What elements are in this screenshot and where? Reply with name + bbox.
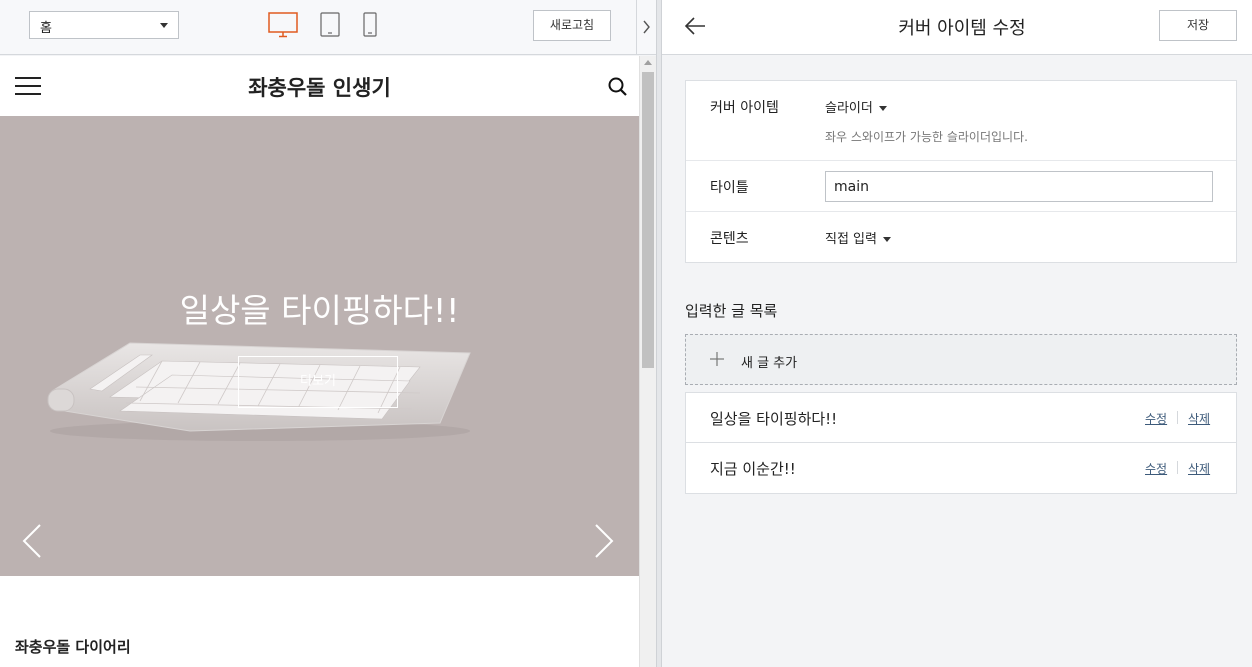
cover-item-label: 커버 아이템 bbox=[710, 100, 779, 116]
chevron-left-icon[interactable] bbox=[20, 521, 44, 561]
posts-heading: 입력한 글 목록 bbox=[685, 302, 778, 320]
delete-link[interactable]: 삭제 bbox=[1188, 460, 1210, 477]
cover-settings: 커버 아이템 슬라이더 좌우 스와이프가 가능한 슬라이더입니다. 타이틀 콘텐… bbox=[685, 80, 1237, 263]
list-item: 일상을 타이핑하다!! 수정 삭제 bbox=[686, 393, 1236, 443]
title-label: 타이틀 bbox=[710, 180, 749, 196]
preview-toolbar: 홈 새로고침 bbox=[0, 0, 656, 55]
post-title: 일상을 타이핑하다!! bbox=[710, 410, 838, 428]
divider bbox=[1177, 461, 1178, 474]
collapse-panel-button[interactable] bbox=[636, 0, 656, 55]
scroll-up-icon[interactable] bbox=[644, 60, 652, 65]
section-title: 좌충우돌 다이어리 bbox=[15, 638, 131, 656]
delete-link[interactable]: 삭제 bbox=[1188, 410, 1210, 427]
content-row: 콘텐츠 직접 입력 bbox=[686, 212, 1236, 263]
cover-item-dropdown[interactable]: 슬라이더 bbox=[825, 97, 887, 116]
divider bbox=[1177, 411, 1178, 424]
hero-title: 일상을 타이핑하다!! bbox=[179, 291, 460, 330]
cover-item-value: 슬라이더 bbox=[825, 101, 873, 116]
caret-down-icon bbox=[160, 23, 168, 28]
blog-header: 좌충우돌 인생기 bbox=[0, 56, 639, 116]
page-select[interactable]: 홈 bbox=[29, 11, 179, 39]
blog-preview: 좌충우돌 인생기 일상을 타이핑하다!! 더보기 좌충우돌 다이어리 bbox=[0, 56, 639, 667]
scroll-thumb[interactable] bbox=[642, 72, 654, 368]
preview-scrollbar[interactable] bbox=[639, 56, 656, 667]
post-title: 지금 이순간!! bbox=[710, 460, 796, 478]
edit-link[interactable]: 수정 bbox=[1145, 460, 1167, 477]
edit-link[interactable]: 수정 bbox=[1145, 410, 1167, 427]
caret-down-icon bbox=[878, 106, 887, 111]
chevron-right-icon[interactable] bbox=[592, 521, 616, 561]
list-item: 지금 이순간!! 수정 삭제 bbox=[686, 443, 1236, 493]
chevron-right-icon bbox=[643, 20, 650, 34]
editor-header: 커버 아이템 수정 저장 bbox=[662, 0, 1252, 55]
refresh-button[interactable]: 새로고침 bbox=[533, 10, 611, 41]
cover-item-row: 커버 아이템 슬라이더 좌우 스와이프가 가능한 슬라이더입니다. bbox=[686, 81, 1236, 161]
page-select-value: 홈 bbox=[40, 21, 52, 36]
cover-item-description: 좌우 스와이프가 가능한 슬라이더입니다. bbox=[825, 130, 1028, 144]
title-input[interactable] bbox=[825, 171, 1213, 202]
tablet-icon[interactable] bbox=[320, 12, 340, 38]
add-post-button[interactable]: 새 글 추가 bbox=[685, 334, 1237, 385]
search-icon[interactable] bbox=[608, 77, 628, 97]
post-list: 일상을 타이핑하다!! 수정 삭제 지금 이순간!! 수정 삭제 bbox=[685, 392, 1237, 494]
content-value: 직접 입력 bbox=[825, 232, 877, 247]
content-label: 콘텐츠 bbox=[710, 231, 749, 247]
save-button[interactable]: 저장 bbox=[1159, 10, 1237, 41]
plus-icon bbox=[710, 352, 724, 366]
content-dropdown[interactable]: 직접 입력 bbox=[825, 228, 891, 247]
title-row: 타이틀 bbox=[686, 161, 1236, 212]
mobile-icon[interactable] bbox=[363, 12, 377, 38]
preview-pane: 홈 새로고침 좌충우돌 인생기 일상을 타이핑하다!! 더보기 좌충우돌 다이어… bbox=[0, 0, 656, 667]
cover-slider: 일상을 타이핑하다!! 더보기 bbox=[0, 116, 639, 576]
caret-down-icon bbox=[882, 237, 891, 242]
editor-pane: 커버 아이템 수정 저장 커버 아이템 슬라이더 좌우 스와이프가 가능한 슬라… bbox=[662, 0, 1252, 667]
add-post-label: 새 글 추가 bbox=[741, 356, 798, 371]
more-button[interactable]: 더보기 bbox=[238, 356, 398, 408]
desktop-icon[interactable] bbox=[268, 12, 298, 38]
blog-title[interactable]: 좌충우돌 인생기 bbox=[0, 72, 639, 102]
